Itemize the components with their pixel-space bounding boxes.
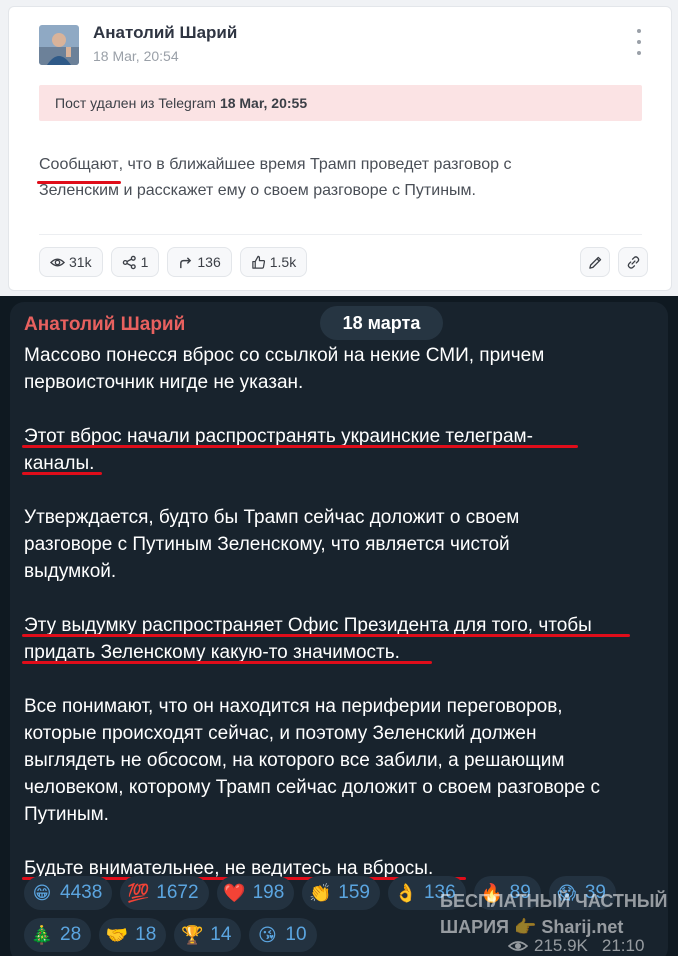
reaction-count: 4438 — [60, 882, 103, 903]
reaction-chip[interactable]: 🎄 28 — [24, 918, 92, 952]
reaction-count: 198 — [252, 882, 285, 903]
deleted-notice: Пост удален из Telegram 18 Mar, 20:55 — [39, 85, 642, 121]
reaction-chip[interactable]: 🏆 14 — [174, 918, 242, 952]
reaction-chip[interactable]: 😁 4438 — [24, 876, 113, 910]
paragraph-2: Этот вброс начали распространять украинс… — [24, 426, 533, 474]
likes-stat[interactable]: 1.5k — [239, 247, 308, 277]
post-body: Сообщают, что в ближайшее время Трамп пр… — [37, 152, 649, 204]
underline-mark — [22, 472, 102, 475]
reaction-count: 28 — [60, 924, 82, 945]
underline-mark — [22, 661, 432, 664]
underline-mark — [22, 445, 578, 448]
divider — [39, 234, 642, 235]
author-avatar[interactable] — [39, 25, 79, 65]
post-body-line2: Зеленским и расскажет ему о своем разгов… — [39, 182, 476, 199]
shares-stat[interactable]: 136 — [167, 247, 232, 277]
message-text: Массово понесся вброс со ссылкой на неки… — [24, 342, 664, 882]
message-meta: 215.9K 21:10 — [508, 936, 644, 956]
reaction-emoji-icon: ❤️ — [223, 883, 246, 903]
views-count: 215.9K — [534, 936, 588, 955]
eye-icon — [50, 258, 65, 266]
post-card: Анатолий Шарий 18 Mar, 20:54 Пост удален… — [8, 6, 672, 291]
deleted-notice-text: Пост удален из Telegram — [55, 95, 216, 111]
reaction-emoji-icon: 😘 — [258, 925, 277, 945]
paragraph-5: Все понимают, что он находится на перифе… — [24, 696, 600, 825]
edit-button[interactable] — [580, 247, 610, 277]
message-bubble: Анатолий Шарий 18 марта Массово понесся … — [10, 302, 668, 956]
copy-link-button[interactable] — [618, 247, 648, 277]
paragraph-4: Эту выдумку распространяет Офис Президен… — [24, 615, 592, 663]
reaction-chip[interactable]: 💯 1672 — [120, 876, 209, 910]
reaction-emoji-icon: 🤝 — [105, 925, 129, 945]
reaction-emoji-icon: 👏 — [309, 883, 332, 903]
share-arrow-icon — [180, 256, 192, 268]
post-date: 18 Mar, 20:54 — [93, 48, 179, 64]
reaction-chip[interactable]: 😘 10 — [249, 918, 317, 952]
reaction-emoji-icon: 😁 — [32, 883, 52, 903]
author-name[interactable]: Анатолий Шарий — [93, 23, 237, 43]
reaction-chip[interactable]: 👏 159 — [302, 876, 380, 910]
link-icon — [627, 255, 639, 269]
views-stat[interactable]: 31k — [39, 247, 103, 277]
reaction-emoji-icon: 👌 — [394, 883, 418, 903]
deleted-notice-date: 18 Mar, 20:55 — [219, 95, 308, 111]
more-vertical-icon[interactable] — [631, 29, 647, 55]
watermark: БЕСПЛАТНЫЙ ЧАСТНЫЙ ШАРИЯ 👉 Sharij.net — [440, 891, 668, 937]
date-separator: 18 марта — [320, 306, 443, 340]
reaction-count: 18 — [135, 924, 157, 945]
reaction-count: 1672 — [156, 882, 199, 903]
post-actions — [580, 247, 648, 277]
telegram-screenshot: Анатолий Шарий 18 марта Массово понесся … — [0, 296, 678, 956]
thumbs-up-icon — [252, 255, 265, 269]
forwards-stat[interactable]: 1 — [110, 247, 160, 277]
reaction-count: 159 — [338, 882, 370, 903]
reaction-count: 10 — [285, 924, 307, 945]
underlined-word: Сообщают — [37, 156, 121, 184]
underline-mark — [22, 634, 630, 637]
reaction-emoji-icon: 🏆 — [181, 925, 204, 945]
channel-name[interactable]: Анатолий Шарий — [24, 314, 185, 336]
eye-icon — [508, 941, 528, 951]
reaction-chip[interactable]: 🤝 18 — [99, 918, 167, 952]
post-body-line1: , что в ближайшее время Трамп проведет р… — [118, 156, 512, 173]
paragraph-3: Утверждается, будто бы Трамп сейчас доло… — [24, 507, 520, 582]
reaction-chip[interactable]: ❤️ 198 — [216, 876, 295, 910]
post-stats: 31k 1 136 1.5k — [39, 247, 308, 277]
message-time: 21:10 — [601, 936, 645, 955]
network-icon — [122, 255, 136, 269]
reaction-count: 14 — [210, 924, 232, 945]
reaction-emoji-icon: 🎄 — [30, 925, 54, 945]
reaction-emoji-icon: 💯 — [127, 883, 150, 903]
paragraph-1: Массово понесся вброс со ссылкой на неки… — [24, 345, 545, 393]
pencil-icon — [588, 256, 601, 269]
